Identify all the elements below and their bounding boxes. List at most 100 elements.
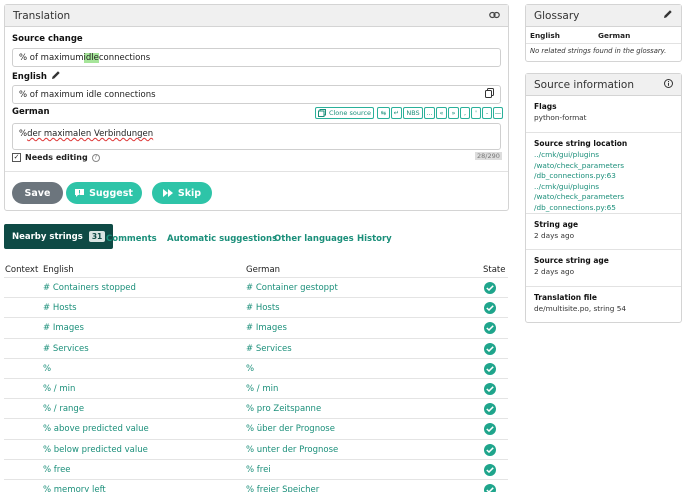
check-circle-icon <box>484 484 496 492</box>
nbs-button[interactable]: NBS <box>403 107 423 119</box>
comma-button[interactable]: , <box>460 107 470 119</box>
check-circle-icon <box>484 282 496 294</box>
col-context: Context <box>5 265 39 275</box>
english-label-row: English <box>12 70 61 83</box>
suggest-button[interactable]: Suggest <box>66 182 142 204</box>
translation-title: Translation <box>13 9 71 22</box>
german-cell[interactable]: % frei <box>246 460 271 480</box>
english-cell[interactable]: % free <box>43 460 71 480</box>
table-row[interactable]: % below predicted value % unter der Progn… <box>4 438 508 460</box>
char-counter: 28/290 <box>475 152 502 160</box>
german-cell[interactable]: # Hosts <box>246 298 280 318</box>
source-location-link[interactable]: /db_connections.py:63 ../cmk/gui/plugins <box>534 171 673 192</box>
english-cell[interactable]: # Containers stopped <box>43 278 136 298</box>
emdash-button[interactable]: — <box>493 107 503 119</box>
table-row[interactable]: % free % frei <box>4 458 508 480</box>
table-row[interactable]: % memory left % freier Speicher <box>4 479 508 492</box>
source-location-link[interactable]: /wato/check_parameters <box>534 161 673 172</box>
check-circle-icon <box>484 403 496 416</box>
table-row[interactable]: # Hosts # Hosts <box>4 297 508 317</box>
table-row[interactable]: % / min % / min <box>4 378 508 398</box>
english-cell[interactable]: % / min <box>43 379 75 399</box>
edit-pencil-icon[interactable] <box>51 70 61 83</box>
string-age-section: String age 2 days ago <box>526 213 681 248</box>
german-cell[interactable]: % / min <box>246 379 278 399</box>
nearby-count-badge: 31 <box>88 231 106 242</box>
check-circle-icon <box>484 302 496 315</box>
english-cell[interactable]: % above predicted value <box>43 419 149 439</box>
ellipsis-button[interactable]: … <box>424 107 435 119</box>
close-quote-button[interactable]: » <box>448 107 459 119</box>
check-circle-icon <box>484 362 496 375</box>
check-circle-icon <box>484 322 496 335</box>
link-icon[interactable] <box>489 10 500 22</box>
german-cell[interactable]: % über der Prognose <box>246 419 335 439</box>
source-change-label: Source change <box>12 34 83 44</box>
table-row[interactable]: # Services # Services <box>4 337 508 359</box>
table-row[interactable]: %% <box>4 357 508 379</box>
source-location-link[interactable]: ../cmk/gui/plugins <box>534 150 673 161</box>
copy-icon[interactable] <box>485 88 494 101</box>
col-english: English <box>43 265 74 275</box>
german-cell[interactable]: % <box>246 359 254 379</box>
tab-comments[interactable]: Comments <box>106 228 157 250</box>
info-icon <box>664 78 673 91</box>
flags-section: Flags python-format <box>534 102 587 122</box>
source-info-header: Source information <box>526 74 681 96</box>
rtl-toggle-icon[interactable]: ⇆ <box>377 107 390 119</box>
diff-highlight: idle <box>83 52 99 63</box>
table-row[interactable]: # Containers stopped # Container gestoppt <box>4 277 508 297</box>
apostrophe-button[interactable]: ' <box>471 107 481 119</box>
tab-automatic-suggestions[interactable]: Automatic suggestions <box>167 228 277 250</box>
help-icon[interactable]: ? <box>91 153 100 162</box>
comment-icon <box>75 189 85 197</box>
english-cell[interactable]: # Hosts <box>43 298 77 318</box>
location-section: Source string location ../cmk/gui/plugin… <box>526 132 681 220</box>
clone-source-button[interactable]: Clone source <box>315 107 374 119</box>
english-cell[interactable]: % memory left <box>43 480 106 492</box>
needs-editing-row: ✓ Needs editing ? <box>12 153 100 162</box>
source-string-age-section: Source string age 2 days ago <box>526 249 681 284</box>
german-cell[interactable]: % unter der Prognose <box>246 440 338 460</box>
english-cell[interactable]: # Images <box>43 318 84 338</box>
german-cell[interactable]: # Container gestoppt <box>246 278 338 298</box>
glossary-panel: Glossary English German No related strin… <box>525 4 682 62</box>
glossary-title: Glossary <box>534 9 580 22</box>
tab-nearby-strings[interactable]: Nearby strings 31 <box>4 224 114 249</box>
glossary-col-english: English <box>530 31 560 40</box>
newline-icon[interactable]: ↵ <box>391 107 402 119</box>
glossary-empty-message: No related strings found in the glossary… <box>530 47 667 55</box>
col-german: German <box>246 265 281 275</box>
english-cell[interactable]: % / range <box>43 399 84 419</box>
german-cell[interactable]: # Services <box>246 339 292 359</box>
open-quote-button[interactable]: « <box>436 107 447 119</box>
tab-other-languages[interactable]: Other languages <box>274 228 354 250</box>
english-cell[interactable]: % below predicted value <box>43 440 148 460</box>
dash-button[interactable]: - <box>482 107 492 119</box>
check-circle-icon <box>484 423 496 436</box>
german-translation-textarea[interactable]: % der maximalen Verbindungen <box>12 123 501 150</box>
german-label: German <box>12 107 50 117</box>
glossary-col-german: German <box>598 31 631 40</box>
save-button[interactable]: Save <box>12 182 63 204</box>
german-cell[interactable]: % pro Zeitspanne <box>246 399 321 419</box>
tab-history[interactable]: History <box>357 228 392 250</box>
table-row[interactable]: % above predicted value % über der Progno… <box>4 418 508 438</box>
english-label: English <box>12 71 47 82</box>
english-cell[interactable]: # Services <box>43 339 89 359</box>
translation-file-section: Translation file de/multisite.po, string… <box>526 286 681 321</box>
german-cell[interactable]: % freier Speicher <box>246 480 319 492</box>
english-cell[interactable]: % <box>43 359 51 379</box>
source-location-link[interactable]: /wato/check_parameters <box>534 192 673 203</box>
source-location-link[interactable]: /db_connections.py:65 <box>534 203 673 214</box>
table-row[interactable]: % / range % pro Zeitspanne <box>4 398 508 418</box>
german-cell[interactable]: # Images <box>246 318 287 338</box>
skip-button[interactable]: Skip <box>152 182 212 204</box>
translation-header: Translation <box>5 5 508 27</box>
needs-editing-label: Needs editing <box>25 153 88 162</box>
check-circle-icon <box>484 342 496 355</box>
table-row[interactable]: # Images # Images <box>4 317 508 337</box>
needs-editing-checkbox[interactable]: ✓ <box>12 153 21 162</box>
source-info-title: Source information <box>534 78 635 91</box>
edit-pencil-icon[interactable] <box>663 9 673 22</box>
